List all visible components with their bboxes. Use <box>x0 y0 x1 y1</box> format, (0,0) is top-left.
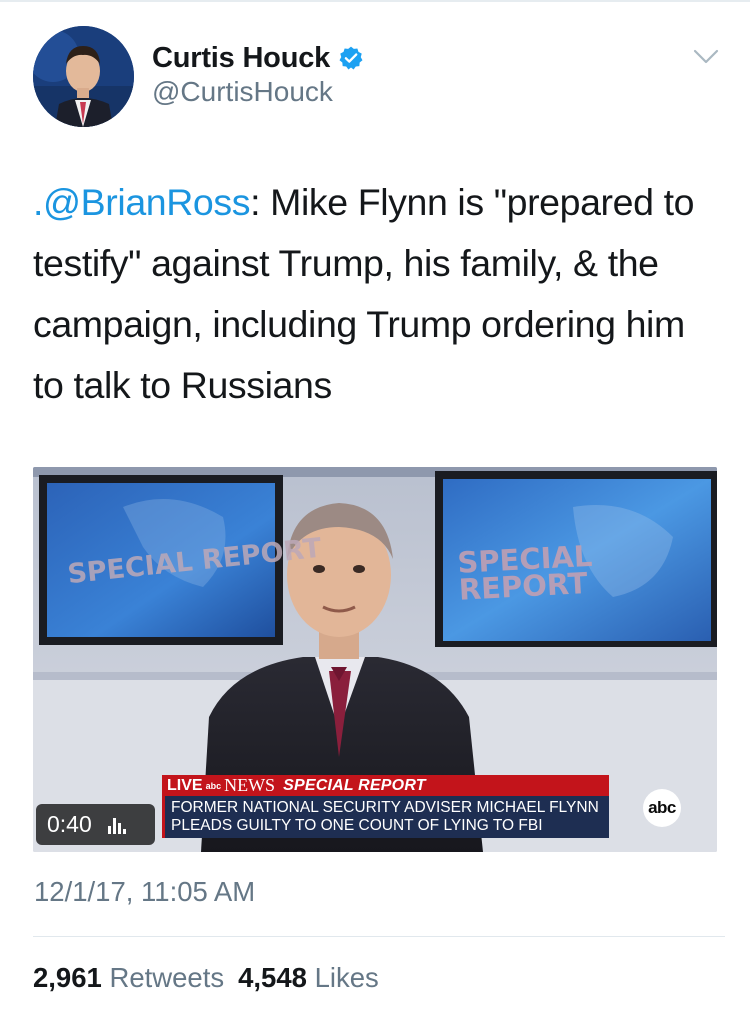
video-duration: 0:40 <box>47 811 92 837</box>
tweet-timestamp[interactable]: 12/1/17, 11:05 AM <box>34 876 255 908</box>
top-divider <box>0 0 750 2</box>
user-name-row[interactable]: Curtis Houck <box>152 40 364 76</box>
tweet-stats: 2,961 Retweets 4,548 Likes <box>33 962 379 994</box>
lower-third-body: FORMER NATIONAL SECURITY ADVISER MICHAEL… <box>162 796 609 838</box>
mention-link[interactable]: .@BrianRoss <box>33 181 250 223</box>
bar-chart-icon <box>107 817 126 834</box>
retweets-count: 2,961 <box>33 962 102 993</box>
verified-badge-icon <box>338 45 364 71</box>
stats-divider <box>33 936 725 937</box>
headline-line-1: FORMER NATIONAL SECURITY ADVISER MICHAEL… <box>171 799 599 816</box>
retweets-stat[interactable]: 2,961 Retweets <box>33 962 224 993</box>
video-duration-badge: 0:40 <box>36 804 155 845</box>
user-handle[interactable]: @CurtisHouck <box>152 76 333 108</box>
display-name[interactable]: Curtis Houck <box>152 42 330 75</box>
avatar[interactable] <box>33 26 134 127</box>
news-lower-third: LIVE abc NEWS SPECIAL REPORT FORMER NATI… <box>162 775 609 838</box>
headline-line-2: PLEADS GUILTY TO ONE COUNT OF LYING TO F… <box>171 817 543 834</box>
likes-stat[interactable]: 4,548 Likes <box>238 962 379 993</box>
tweet-text: .@BrianRoss: Mike Flynn is "prepared to … <box>33 172 723 416</box>
likes-count: 4,548 <box>238 962 307 993</box>
live-label: LIVE <box>167 776 203 794</box>
segment-label: SPECIAL REPORT <box>283 776 426 794</box>
likes-label: Likes <box>314 962 379 993</box>
chevron-down-icon[interactable] <box>693 48 719 66</box>
avatar-image <box>33 26 134 127</box>
network-label: NEWS <box>224 775 276 795</box>
abc-logo-icon: abc <box>643 789 681 827</box>
network-small-label: abc <box>205 780 222 791</box>
lower-third-header: LIVE abc NEWS SPECIAL REPORT <box>162 775 609 796</box>
video-player[interactable]: SPECIAL REPORT SPECIAL REPORT LIVE abc N… <box>33 467 717 852</box>
retweets-label: Retweets <box>109 962 225 993</box>
